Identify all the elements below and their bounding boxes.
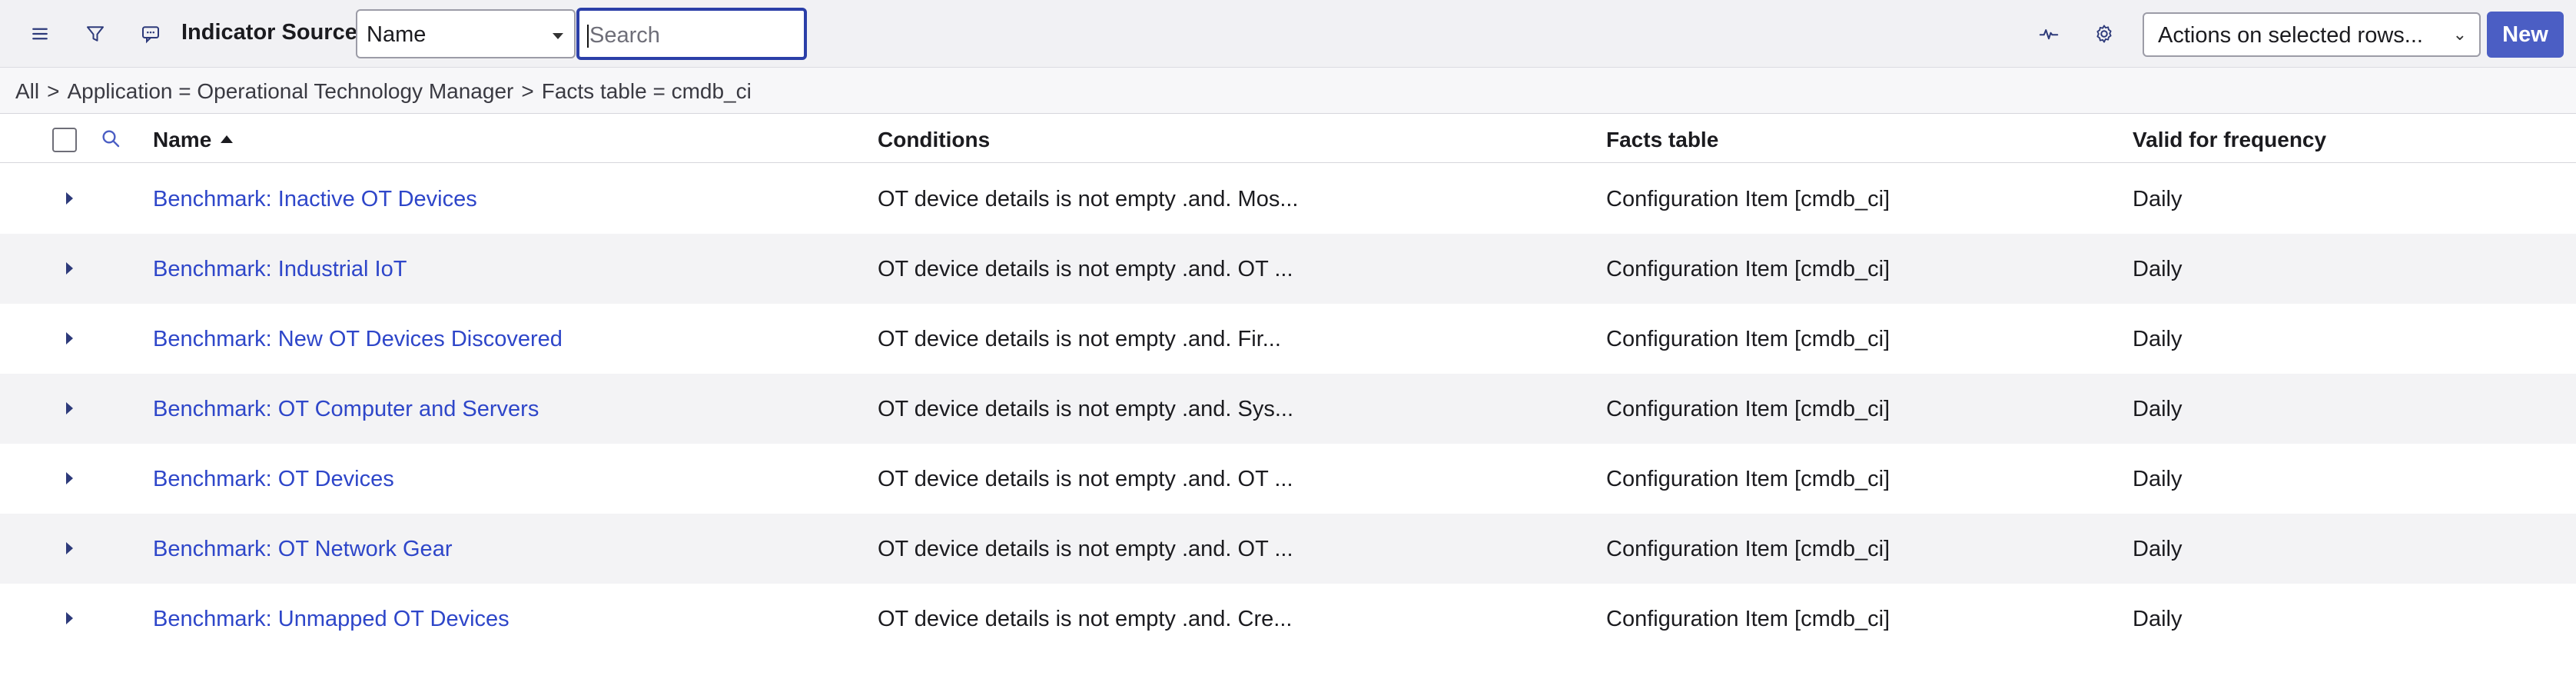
chevron-down-icon: ⌄ [2452, 25, 2467, 44]
record-name-link[interactable]: Benchmark: OT Computer and Servers [153, 397, 539, 422]
breadcrumb: All > Application = Operational Technology… [0, 68, 2576, 114]
breadcrumb-item-facts-table[interactable]: Facts table = cmdb_ci [542, 79, 752, 103]
frequency-cell: Daily [2133, 467, 2183, 491]
record-name-link[interactable]: Benchmark: OT Network Gear [153, 537, 452, 562]
expand-row-icon[interactable] [66, 402, 73, 414]
frequency-cell: Daily [2133, 537, 2183, 561]
table-row: Benchmark: New OT Devices Discovered OT … [0, 304, 2576, 374]
expand-row-icon[interactable] [66, 262, 73, 275]
select-all-checkbox[interactable] [52, 128, 77, 152]
column-header-name[interactable]: Name [153, 128, 234, 152]
column-search-icon[interactable] [98, 126, 123, 151]
column-header-facts-table[interactable]: Facts table [1606, 128, 1718, 152]
table-row: Benchmark: Unmapped OT Devices OT device… [0, 584, 2576, 654]
gear-icon[interactable] [2083, 12, 2126, 55]
chat-bubble-icon[interactable] [129, 12, 172, 55]
sort-ascending-icon [221, 135, 234, 143]
facts-table-cell: Configuration Item [cmdb_ci] [1606, 257, 1891, 281]
chevron-down-icon [553, 33, 563, 39]
conditions-cell: OT device details is not empty .and. Cre… [878, 607, 1293, 631]
conditions-cell: OT device details is not empty .and. OT … [878, 257, 1293, 281]
hamburger-menu-icon[interactable] [18, 12, 61, 55]
activity-pulse-icon[interactable] [2027, 12, 2070, 55]
record-name-link[interactable]: Benchmark: OT Devices [153, 467, 394, 492]
expand-row-icon[interactable] [66, 332, 73, 344]
expand-row-icon[interactable] [66, 192, 73, 205]
facts-table-cell: Configuration Item [cmdb_ci] [1606, 467, 1891, 491]
table-row: Benchmark: Industrial IoT OT device deta… [0, 234, 2576, 304]
search-input[interactable]: Search [576, 8, 807, 60]
frequency-cell: Daily [2133, 327, 2183, 351]
breadcrumb-item-application[interactable]: Application = Operational Technology Man… [67, 79, 513, 103]
expand-row-icon[interactable] [66, 542, 73, 554]
conditions-cell: OT device details is not empty .and. OT … [878, 537, 1293, 561]
column-header-name-label: Name [153, 128, 212, 151]
table-row: Benchmark: OT Devices OT device details … [0, 444, 2576, 514]
breadcrumb-separator: > [521, 79, 534, 103]
column-header-conditions[interactable]: Conditions [878, 128, 990, 152]
facts-table-cell: Configuration Item [cmdb_ci] [1606, 537, 1891, 561]
frequency-cell: Daily [2133, 397, 2183, 421]
actions-select-value: Actions on selected rows... [2158, 23, 2423, 48]
search-field-select[interactable]: Name [356, 9, 576, 58]
list-title: Indicator Sources [181, 20, 370, 45]
expand-row-icon[interactable] [66, 612, 73, 624]
record-name-link[interactable]: Benchmark: New OT Devices Discovered [153, 327, 563, 352]
table-row: Benchmark: Inactive OT Devices OT device… [0, 164, 2576, 234]
conditions-cell: OT device details is not empty .and. Mos… [878, 187, 1299, 211]
frequency-cell: Daily [2133, 607, 2183, 631]
record-name-link[interactable]: Benchmark: Inactive OT Devices [153, 187, 477, 212]
table-row: Benchmark: OT Computer and Servers OT de… [0, 374, 2576, 444]
expand-row-icon[interactable] [66, 472, 73, 484]
conditions-cell: OT device details is not empty .and. Fir… [878, 327, 1281, 351]
frequency-cell: Daily [2133, 187, 2183, 211]
breadcrumb-item-all[interactable]: All [15, 79, 39, 103]
conditions-cell: OT device details is not empty .and. Sys… [878, 397, 1294, 421]
record-name-link[interactable]: Benchmark: Industrial IoT [153, 257, 407, 282]
conditions-cell: OT device details is not empty .and. OT … [878, 467, 1293, 491]
record-name-link[interactable]: Benchmark: Unmapped OT Devices [153, 607, 510, 632]
list-toolbar: Indicator Sources Name Search Actions on… [0, 0, 2576, 68]
facts-table-cell: Configuration Item [cmdb_ci] [1606, 187, 1891, 211]
facts-table-cell: Configuration Item [cmdb_ci] [1606, 327, 1891, 351]
frequency-cell: Daily [2133, 257, 2183, 281]
facts-table-cell: Configuration Item [cmdb_ci] [1606, 607, 1891, 631]
breadcrumb-separator: > [47, 79, 60, 103]
actions-on-selected-rows-select[interactable]: Actions on selected rows... ⌄ [2143, 12, 2481, 57]
list-empty-area [0, 654, 2576, 689]
filter-icon[interactable] [74, 12, 117, 55]
table-row: Benchmark: OT Network Gear OT device det… [0, 514, 2576, 584]
facts-table-cell: Configuration Item [cmdb_ci] [1606, 397, 1891, 421]
new-button[interactable]: New [2487, 12, 2564, 58]
text-cursor [587, 25, 589, 48]
search-field-select-value: Name [367, 22, 427, 47]
table-header: Name Conditions Facts table Valid for fr… [0, 114, 2576, 163]
search-placeholder: Search [589, 23, 660, 48]
column-header-valid-for-frequency[interactable]: Valid for frequency [2133, 128, 2326, 152]
